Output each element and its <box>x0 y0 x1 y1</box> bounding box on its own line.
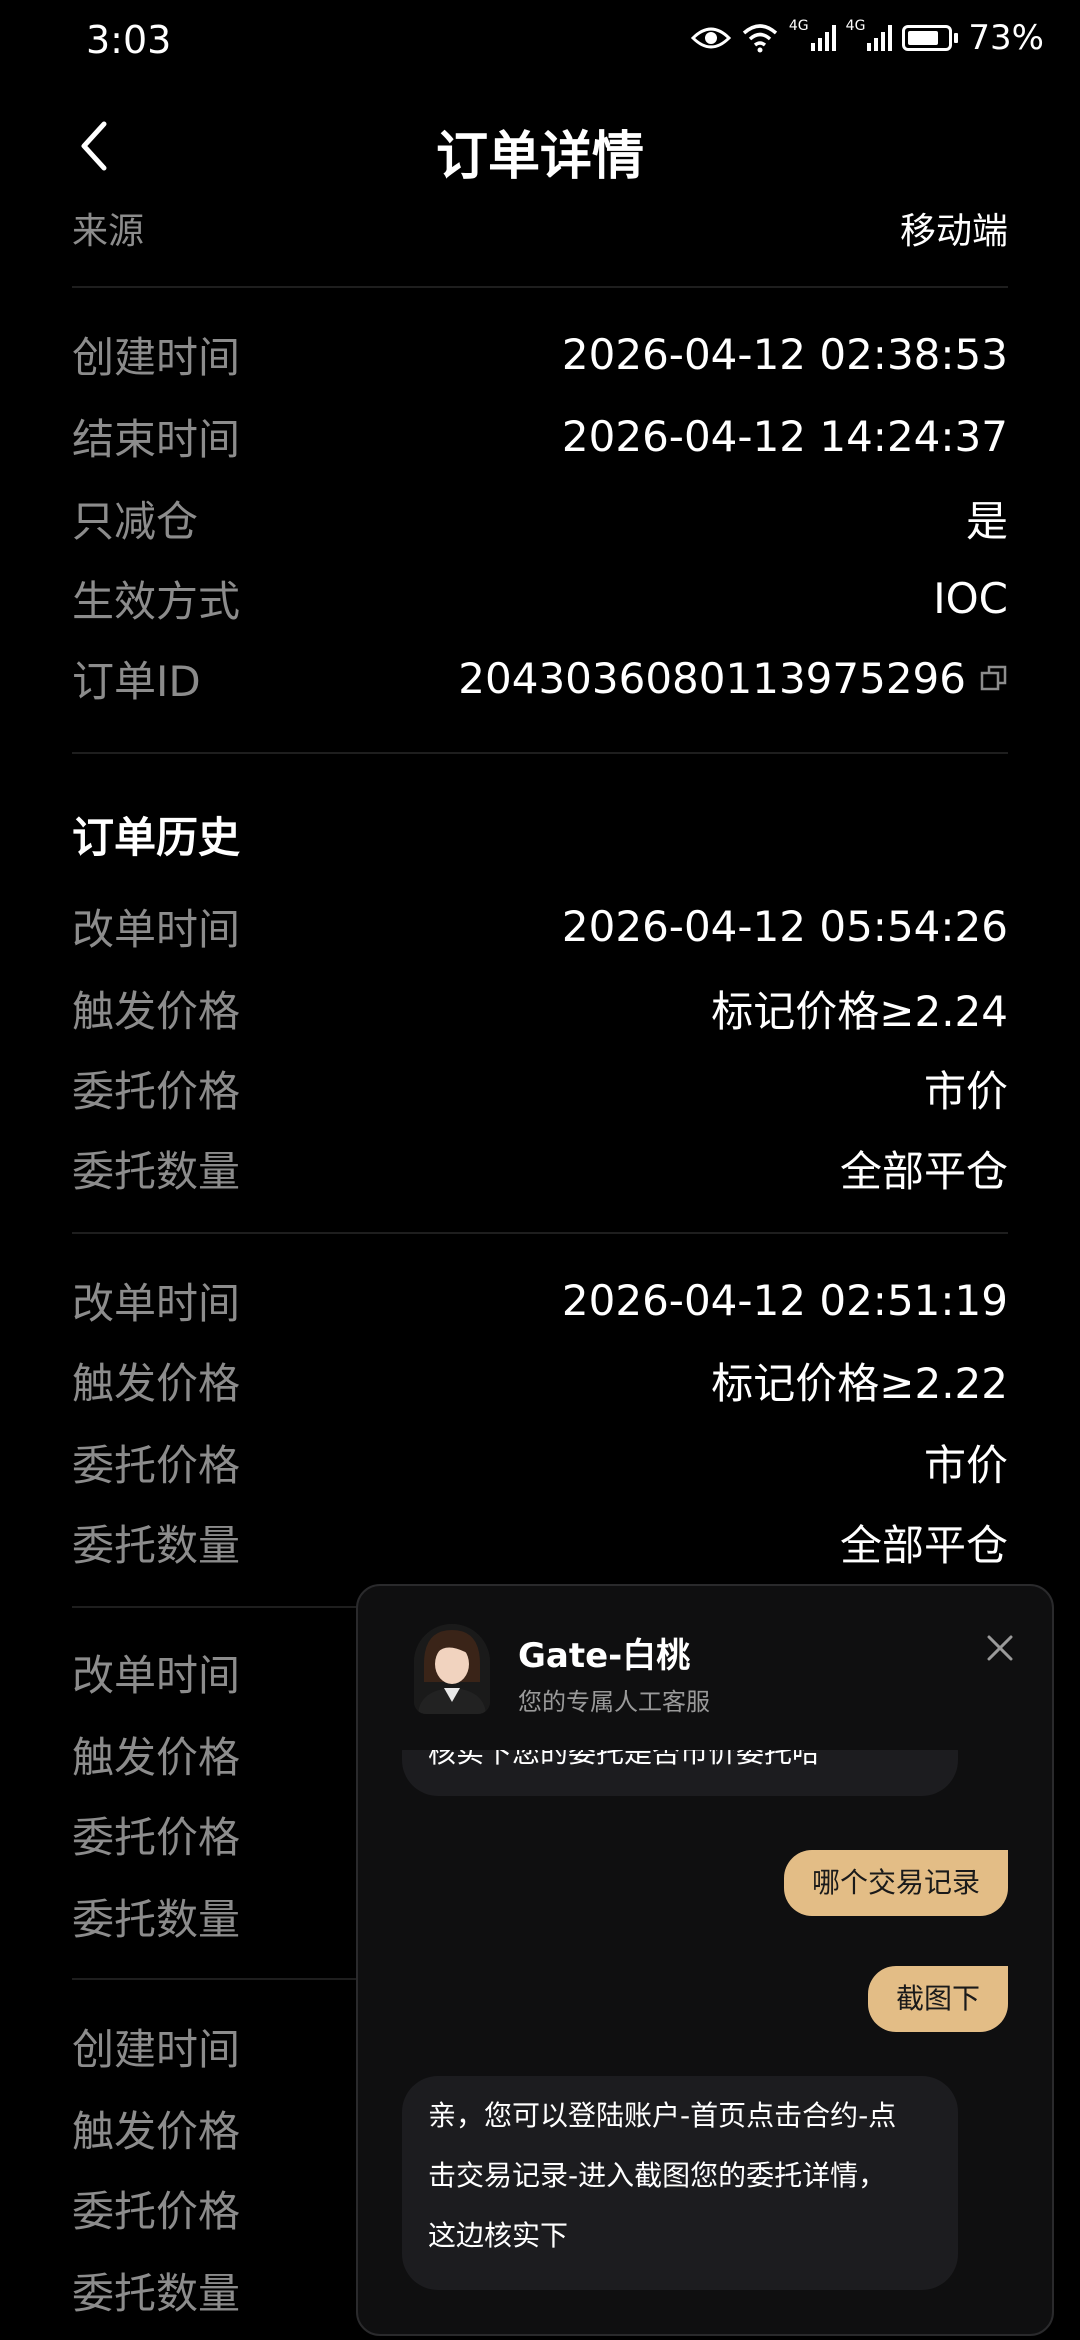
chat-header: Gate-白桃 您的专属人工客服 <box>358 1586 1052 1750</box>
customer-service-chat[interactable]: Gate-白桃 您的专属人工客服 核实下您的委托是否市价委托哈 哪个交易记录 截… <box>356 1584 1054 2336</box>
page-header: 订单详情 <box>0 96 1080 206</box>
divider <box>72 1232 1008 1234</box>
detail-row-reduce-only: 只减仓 是 <box>72 488 1008 548</box>
close-icon <box>987 1635 1013 1661</box>
history-row: 委托数量 全部平仓 <box>72 1520 1008 1570</box>
detail-label: 只减仓 <box>72 496 199 546</box>
status-bar: 3:03 4G 4G 73% <box>0 0 1080 84</box>
divider <box>72 286 1008 288</box>
status-icons: 4G 4G 73% <box>690 18 1044 58</box>
signal-icon-2: 4G <box>846 18 893 51</box>
order-history-title: 订单历史 <box>72 813 241 862</box>
history-row: 改单时间 2026-04-12 02:51:19 <box>72 1275 1008 1328</box>
history-row: 改单时间 2026-04-12 05:54:26 <box>72 901 1008 954</box>
detail-label: 创建时间 <box>72 332 241 382</box>
page-title: 订单详情 <box>435 127 644 187</box>
detail-row-time-in-force: 生效方式 IOC <box>72 568 1008 628</box>
detail-value: 2026-04-12 14:24:37 <box>561 411 1008 461</box>
user-message: 哪个交易记录 <box>783 1850 1008 1916</box>
detail-value: 2026-04-12 02:38:53 <box>561 329 1008 379</box>
detail-label: 生效方式 <box>72 576 241 626</box>
history-row: 委托数量 全部平仓 <box>72 1146 1008 1196</box>
detail-label: 结束时间 <box>72 414 241 464</box>
wifi-icon <box>741 23 779 53</box>
eye-icon <box>690 24 731 52</box>
detail-row-order-id: 订单ID 2043036080113975296 <box>72 648 1008 708</box>
battery-icon <box>902 25 959 51</box>
detail-label: 订单ID <box>72 656 201 706</box>
divider <box>72 752 1008 754</box>
history-row: 触发价格 标记价格≥2.24 <box>72 986 1008 1036</box>
avatar <box>414 1624 490 1714</box>
history-row: 委托价格 市价 <box>72 1066 1008 1116</box>
order-id-text: 2043036080113975296 <box>458 653 966 703</box>
close-button[interactable] <box>978 1626 1022 1670</box>
history-row: 触发价格 标记价格≥2.22 <box>72 1358 1008 1408</box>
detail-label: 来源 <box>72 211 145 252</box>
user-message: 截图下 <box>867 1966 1008 2032</box>
battery-percent: 73% <box>968 18 1044 58</box>
order-id-value: 2043036080113975296 <box>458 654 1008 703</box>
detail-row-source: 来源 移动端 <box>72 200 1008 256</box>
status-time: 3:03 <box>86 18 172 62</box>
agent-name: Gate-白桃 <box>518 1636 691 1676</box>
detail-row-ended: 结束时间 2026-04-12 14:24:37 <box>72 406 1008 466</box>
detail-value: 移动端 <box>899 211 1008 252</box>
signal-icon-1: 4G <box>789 18 836 51</box>
agent-message: 亲，您可以登陆账户-首页点击合约-点 击交易记录-进入截图您的委托详情， 这边核… <box>402 2076 958 2290</box>
agent-message: 核实下您的委托是否市价委托哈 <box>402 1750 958 1796</box>
detail-row-created: 创建时间 2026-04-12 02:38:53 <box>72 324 1008 384</box>
copy-icon[interactable] <box>980 664 1008 692</box>
history-row: 委托价格 市价 <box>72 1440 1008 1490</box>
agent-subtitle: 您的专属人工客服 <box>518 1688 710 1716</box>
chat-messages[interactable]: 核实下您的委托是否市价委托哈 哪个交易记录 截图下 亲，您可以登陆账户-首页点击… <box>358 1750 1052 2334</box>
detail-value: 是 <box>965 496 1008 546</box>
detail-value: IOC <box>933 573 1008 623</box>
